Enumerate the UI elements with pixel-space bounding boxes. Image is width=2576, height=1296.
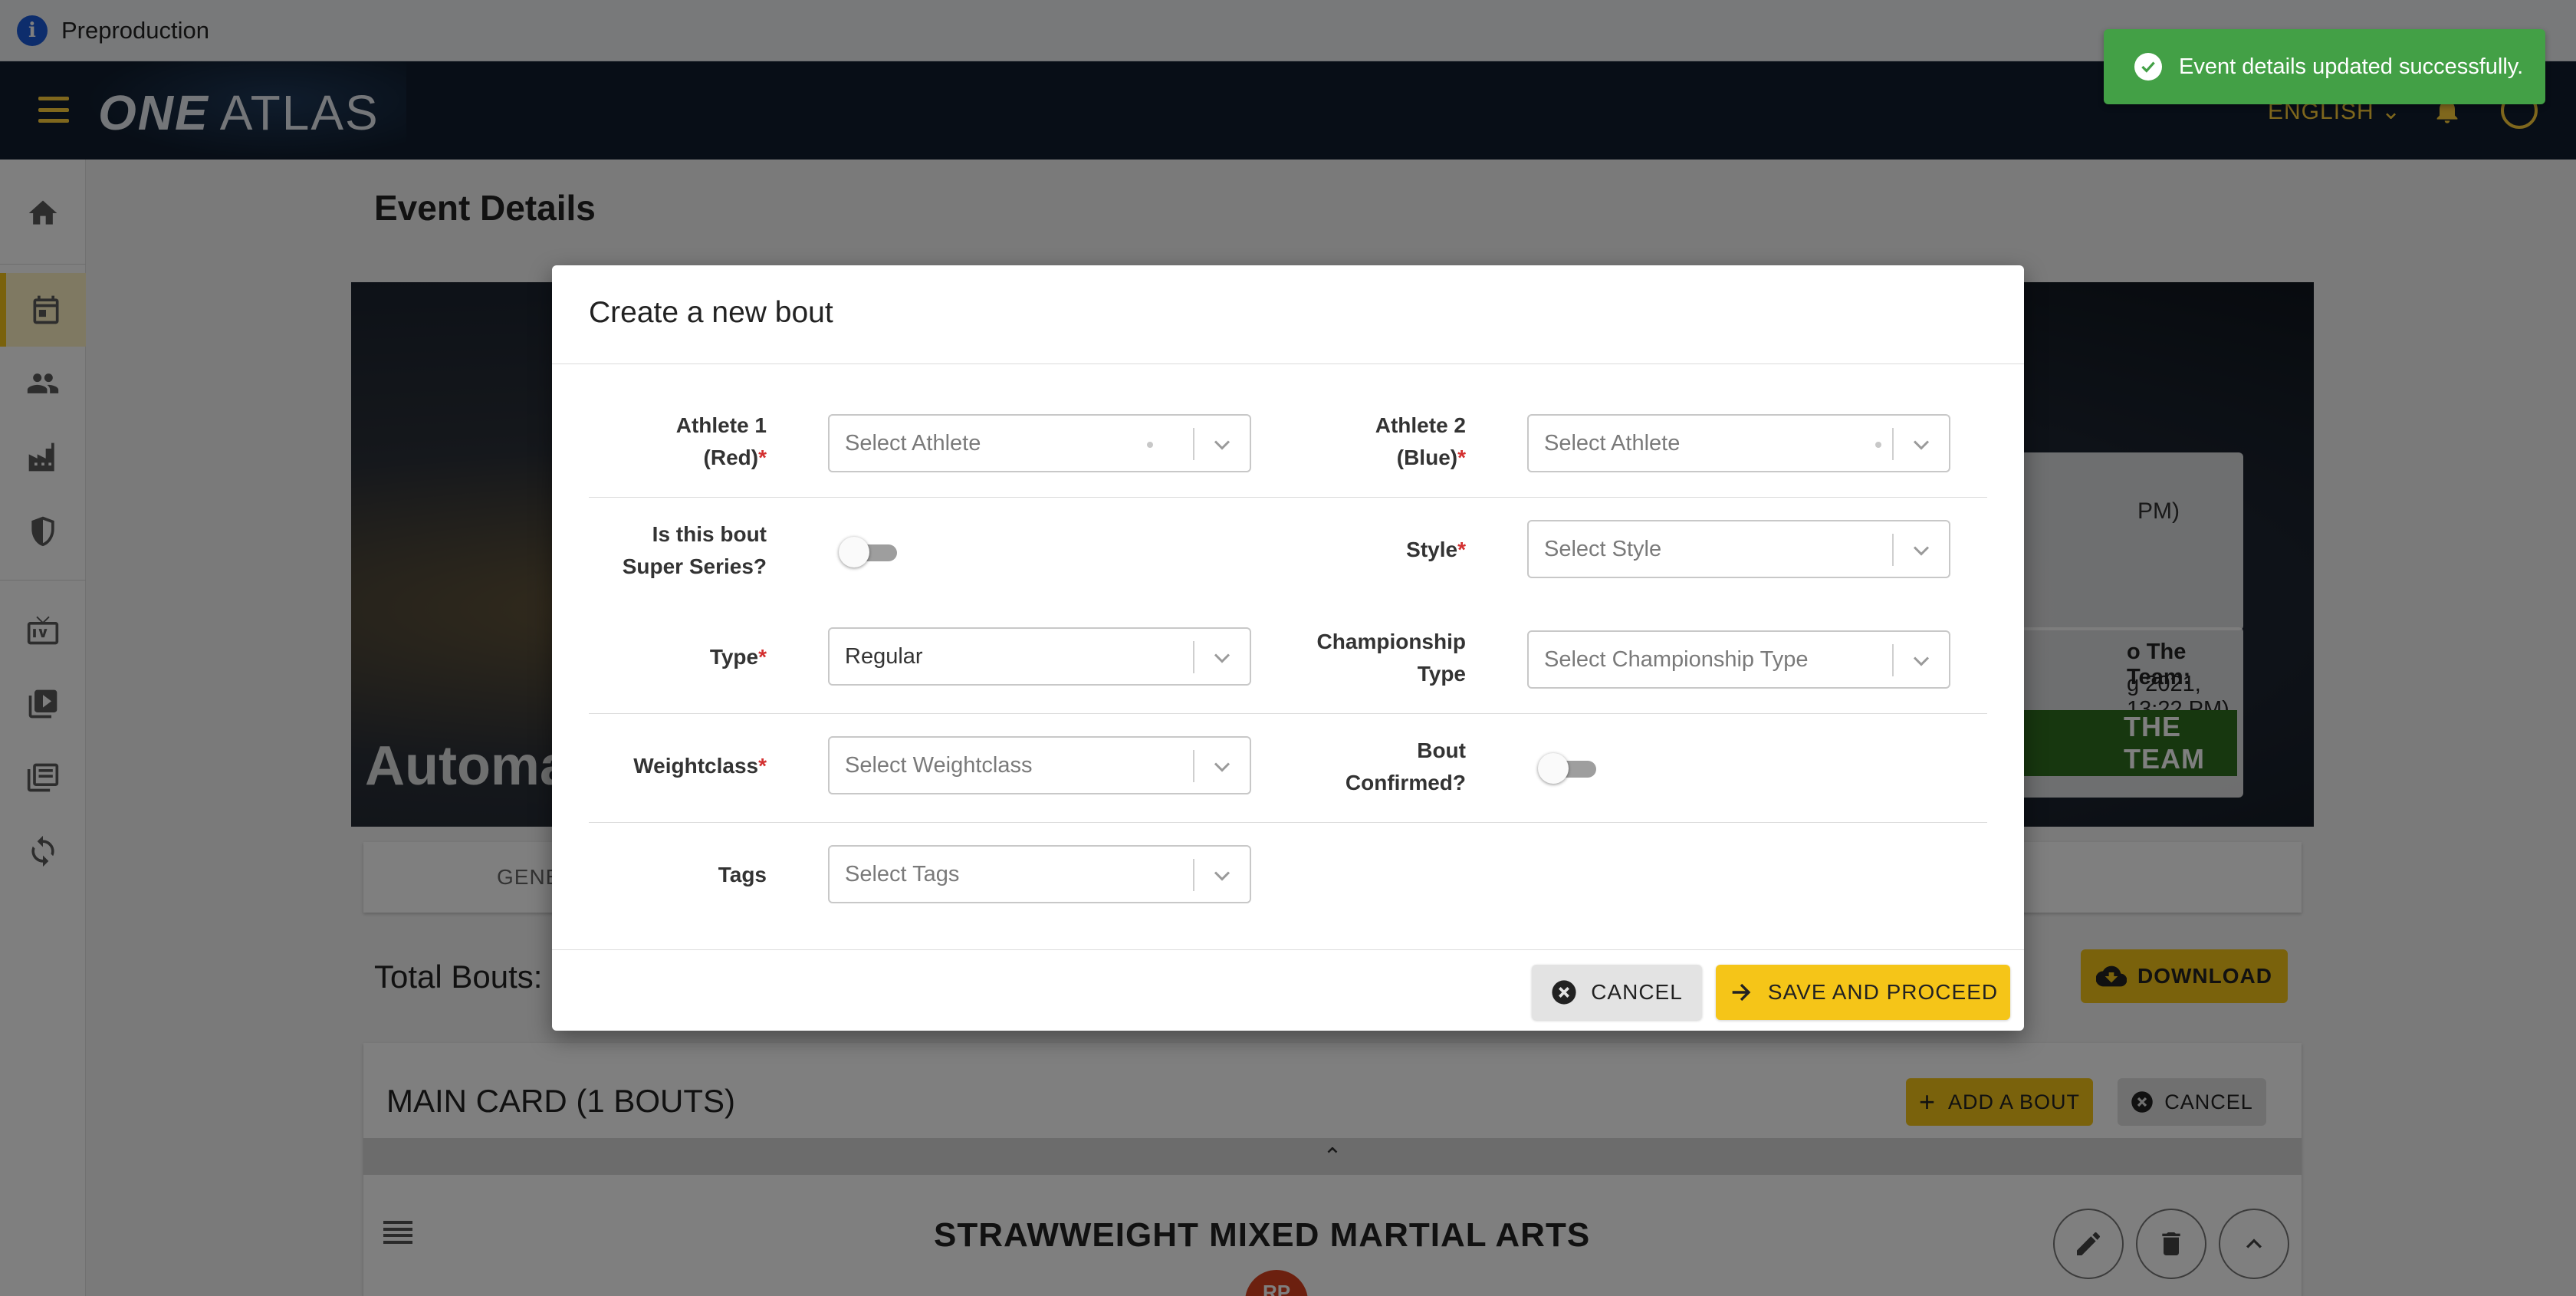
required-marker: *	[758, 446, 767, 469]
type-value: Regular	[845, 644, 923, 669]
create-bout-dialog: Create a new bout Athlete 1 (Red)* Selec…	[552, 265, 2024, 1031]
tags-select[interactable]: Select Tags	[828, 845, 1251, 903]
toast-message: Event details updated successfully.	[2179, 54, 2524, 79]
super-series-toggle[interactable]	[839, 535, 897, 569]
championship-label: Championship Type	[1296, 626, 1466, 690]
championship-type-select[interactable]: Select Championship Type	[1527, 630, 1950, 689]
required-marker: *	[758, 754, 767, 778]
tags-label-text: Tags	[718, 863, 767, 886]
success-toast: Event details updated successfully.	[2104, 29, 2545, 104]
chevron-down-icon	[1214, 762, 1230, 772]
cancel-label: CANCEL	[1591, 980, 1683, 1004]
athlete1-placeholder: Select Athlete	[845, 431, 981, 456]
bout-confirmed-label-line1: Bout	[1417, 738, 1466, 762]
super-series-label: Is this bout Super Series?	[598, 518, 767, 583]
athlete1-label-line1: Athlete 1	[675, 413, 767, 437]
required-marker: *	[1457, 538, 1466, 561]
super-series-label-line1: Is this bout	[652, 522, 767, 546]
weightclass-label: Weightclass*	[598, 750, 767, 782]
athlete2-select[interactable]: Select Athlete	[1527, 414, 1950, 472]
check-circle-icon	[2134, 53, 2162, 81]
loading-indicator	[1147, 442, 1153, 448]
athlete1-select[interactable]: Select Athlete	[828, 414, 1251, 472]
athlete2-label-line1: Athlete 2	[1375, 413, 1466, 437]
style-placeholder: Select Style	[1544, 537, 1662, 561]
style-label: Style*	[1296, 534, 1466, 566]
chevron-down-icon	[1913, 440, 1930, 450]
championship-placeholder: Select Championship Type	[1544, 647, 1809, 672]
championship-label-line2: Type	[1417, 662, 1466, 686]
bout-confirmed-toggle[interactable]	[1538, 752, 1596, 785]
arrow-right-icon	[1732, 983, 1751, 1002]
required-marker: *	[758, 645, 767, 669]
chevron-down-icon	[1913, 546, 1930, 556]
style-label-text: Style	[1406, 538, 1458, 561]
dialog-title: Create a new bout	[589, 296, 833, 329]
type-select[interactable]: Regular	[828, 627, 1251, 686]
cancel-button[interactable]: CANCEL	[1532, 965, 1702, 1020]
required-marker: *	[1457, 446, 1466, 469]
tags-placeholder: Select Tags	[845, 862, 960, 886]
weightclass-label-text: Weightclass	[633, 754, 759, 778]
chevron-down-icon	[1214, 871, 1230, 881]
weightclass-placeholder: Select Weightclass	[845, 753, 1033, 778]
bout-confirmed-label: Bout Confirmed?	[1296, 735, 1466, 799]
super-series-label-line2: Super Series?	[622, 554, 767, 578]
athlete2-label-line2: (Blue)	[1396, 446, 1458, 469]
cancel-circle-icon	[1552, 980, 1576, 1005]
chevron-down-icon	[1214, 440, 1230, 450]
type-label: Type*	[598, 641, 767, 673]
weightclass-select[interactable]: Select Weightclass	[828, 736, 1251, 794]
save-label: SAVE AND PROCEED	[1767, 980, 1999, 1004]
chevron-down-icon	[1214, 653, 1230, 663]
type-label-text: Type	[709, 645, 759, 669]
athlete1-label-line2: (Red)	[703, 446, 759, 469]
chevron-down-icon	[1913, 656, 1930, 666]
save-and-proceed-button[interactable]: SAVE AND PROCEED	[1716, 965, 2010, 1020]
tags-label: Tags	[598, 859, 767, 891]
style-select[interactable]: Select Style	[1527, 520, 1950, 578]
athlete2-placeholder: Select Athlete	[1544, 431, 1681, 456]
loading-indicator	[1875, 442, 1881, 448]
athlete2-label: Athlete 2 (Blue)*	[1296, 410, 1466, 474]
championship-label-line1: Championship	[1316, 630, 1466, 653]
bout-confirmed-label-line2: Confirmed?	[1345, 771, 1466, 794]
athlete1-label: Athlete 1 (Red)*	[598, 410, 767, 474]
